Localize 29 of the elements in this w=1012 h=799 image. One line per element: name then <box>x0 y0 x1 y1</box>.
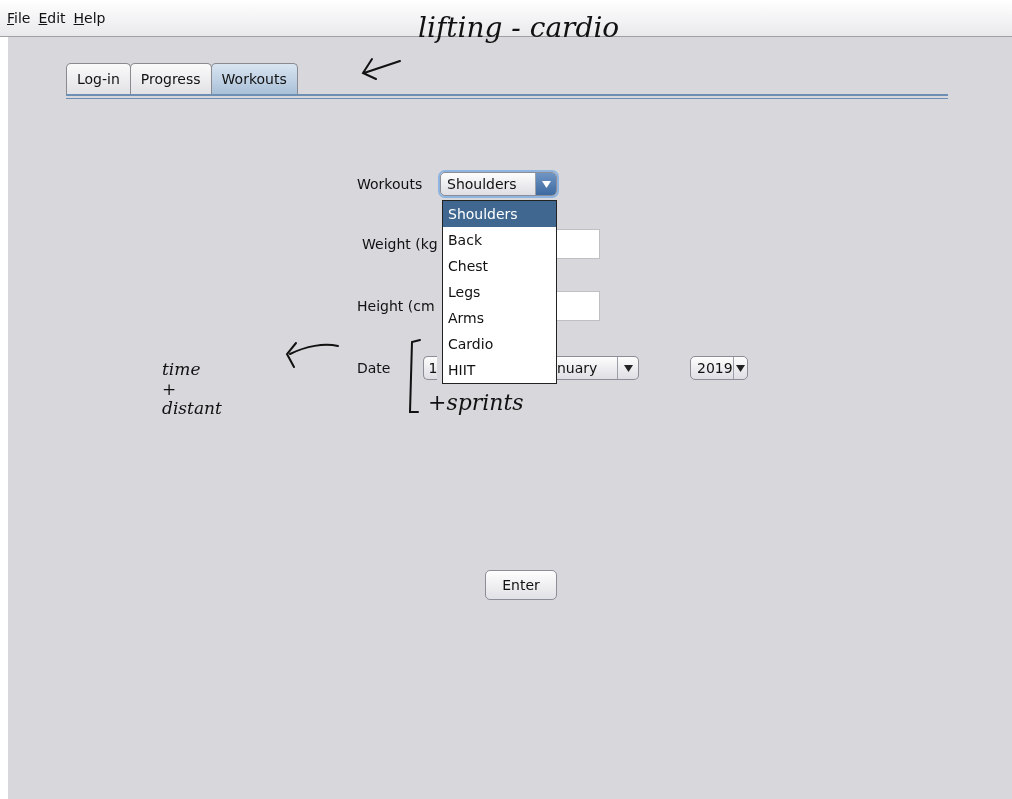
date-label: Date <box>357 360 391 376</box>
handwritten-note: time <box>162 360 201 380</box>
handwritten-note: distant <box>162 399 222 419</box>
tab[interactable]: Log-in <box>66 63 131 94</box>
workouts-combo[interactable]: Shoulders <box>440 172 557 196</box>
weight-field[interactable] <box>557 229 600 259</box>
workouts-label: Workouts <box>357 176 424 192</box>
dropdown-arrow-icon <box>541 180 551 188</box>
menu-item[interactable]: Help <box>72 10 107 26</box>
height-field[interactable] <box>557 291 600 321</box>
handwritten-bracket-icon <box>408 339 421 413</box>
height-label: Height (cm <box>357 298 436 314</box>
day-combo[interactable]: 1 <box>423 356 438 380</box>
enter-button[interactable]: Enter <box>485 570 557 600</box>
month-combo[interactable]: nuary <box>557 356 639 380</box>
weight-label: Weight (kg <box>361 236 439 252</box>
handwritten-note: +sprints <box>428 392 524 414</box>
dropdown-arrow-icon <box>735 364 745 372</box>
handwritten-note: lifting - cardio <box>418 14 620 42</box>
year-combo[interactable]: 2019 <box>690 356 748 380</box>
tab[interactable]: Workouts <box>210 63 298 94</box>
dropdown-arrow-icon <box>623 364 633 372</box>
handwritten-arrow-icon <box>286 342 339 368</box>
menu-item[interactable]: Edit <box>37 10 67 26</box>
handwritten-note: + <box>162 379 177 400</box>
menu-item[interactable]: File <box>6 10 32 26</box>
dropdown-option[interactable]: Shoulders <box>443 201 556 227</box>
handwritten-arrow-icon <box>361 58 401 80</box>
tab[interactable]: Progress <box>129 63 212 94</box>
